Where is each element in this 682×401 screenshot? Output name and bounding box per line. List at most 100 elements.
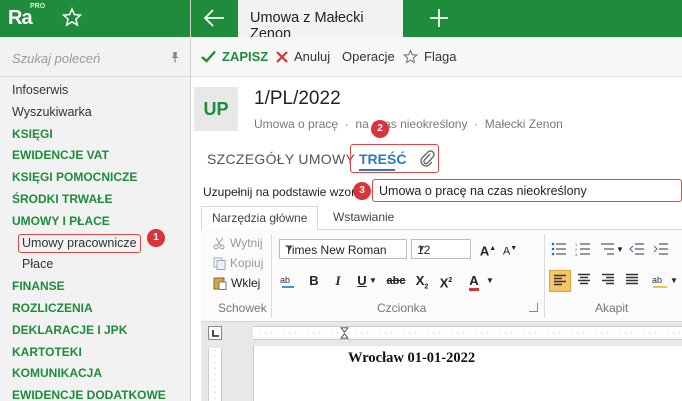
numbered-list-icon[interactable]: 123 (575, 242, 591, 256)
chevron-down-icon[interactable]: ▼ (669, 270, 679, 292)
sidebar-item-kartoteki[interactable]: KARTOTEKI (0, 342, 190, 364)
strikethrough-button[interactable]: abc (381, 270, 411, 292)
active-tab-underline (359, 169, 395, 171)
scissors-icon (213, 237, 225, 249)
sidebar-item-ewidencje-dodatkowe[interactable]: EWIDENCJE DODATKOWE (0, 385, 190, 401)
document-page[interactable]: Wrocław 01-01-2022 (253, 346, 682, 401)
decrease-indent-icon[interactable] (629, 242, 645, 256)
clear-format-icon[interactable]: ab (279, 272, 297, 290)
tab-stop-selector[interactable] (208, 326, 222, 340)
tab-bar: Umowa z Małecki Zenon (191, 0, 682, 42)
font-family-select[interactable]: Times New Roman ▼ (279, 239, 407, 259)
superscript-button[interactable]: X2 (435, 270, 457, 292)
tab-contract-details[interactable]: SZCZEGÓŁY UMOWY (207, 151, 355, 167)
tab-stop-icon (212, 330, 219, 337)
bullet-list-icon[interactable] (551, 242, 567, 256)
search-input[interactable]: Szukaj poleceń (12, 51, 100, 66)
chevron-down-icon[interactable]: ▼ (485, 270, 495, 292)
font-size-select[interactable]: 12 ▼ (411, 239, 471, 259)
align-right-button[interactable] (597, 270, 619, 292)
save-button[interactable]: ZAPISZ (201, 49, 268, 64)
attachment-paperclip-icon[interactable] (419, 149, 435, 167)
align-left-button[interactable] (549, 270, 571, 292)
chevron-down-icon: ▼ (285, 243, 294, 253)
app-logo[interactable]: Ra PRO (8, 3, 46, 32)
copy-icon (213, 257, 226, 270)
font-dialog-launcher-icon[interactable] (529, 303, 538, 312)
tab-content-label: TREŚĆ (359, 151, 407, 167)
pin-icon[interactable] (169, 51, 181, 63)
sidebar-item-ksiegi[interactable]: KSIĘGI (0, 124, 190, 146)
sidebar-item-ksiegi-pomocnicze[interactable]: KSIĘGI POMOCNICZE (0, 167, 190, 189)
document-type-badge: UP (194, 87, 238, 131)
tab-home[interactable]: Narzędzia główne (201, 206, 319, 230)
shading-icon[interactable]: ab (651, 272, 669, 290)
horizontal-ruler[interactable] (253, 326, 682, 340)
ribbon: Wytnij Kopiuj Wklej Schowek ab Times New… (201, 230, 682, 322)
cut-button[interactable]: Wytnij (213, 236, 263, 250)
increase-indent-icon[interactable] (653, 242, 669, 256)
new-tab-plus-icon[interactable] (429, 8, 449, 28)
section-tabs: SZCZEGÓŁY UMOWY TREŚĆ (191, 142, 682, 175)
group-label-font: Czcionka (377, 301, 427, 315)
sidebar-item-infoserwis[interactable]: Infoserwis (0, 80, 190, 102)
template-select-field[interactable]: Umowa o pracę na czas nieokreślony (372, 179, 682, 202)
multilevel-list-icon[interactable] (599, 242, 615, 256)
group-label-clipboard: Schowek (218, 301, 267, 315)
document-area: Wrocław 01-01-2022 (201, 322, 682, 401)
align-center-icon (578, 273, 590, 285)
sidebar-item-deklaracje-i-jpk[interactable]: DEKLARACJE I JPK (0, 320, 190, 342)
star-icon (403, 49, 418, 64)
toolbar: ZAPISZ Anuluj Operacje Flaga (191, 37, 682, 77)
justify-button[interactable] (621, 270, 643, 292)
sidebar-item-komunikacja[interactable]: KOMUNIKACJA (0, 363, 190, 385)
page-title: 1/PL/2022 (254, 88, 341, 109)
check-icon (201, 50, 216, 63)
copy-button[interactable]: Kopiuj (213, 256, 263, 270)
bold-button[interactable]: B (303, 270, 325, 292)
paste-button[interactable]: Wklej (213, 276, 260, 290)
favorites-star-icon[interactable] (62, 7, 82, 27)
svg-text:3: 3 (575, 252, 578, 256)
sidebar-item-ewidencje-vat[interactable]: EWIDENCJE VAT (0, 145, 190, 167)
cancel-button[interactable]: Anuluj (276, 49, 330, 64)
subscript-button[interactable]: X2 (411, 270, 433, 292)
sidebar-item-rozliczenia[interactable]: ROZLICZENIA (0, 298, 190, 320)
group-separator (544, 234, 545, 318)
sidebar-item-finanse[interactable]: FINANSE (0, 276, 190, 298)
align-center-button[interactable] (573, 270, 595, 292)
command-search[interactable]: Szukaj poleceń (0, 37, 190, 77)
italic-button[interactable]: I (327, 270, 349, 292)
chevron-down-icon[interactable]: ▼ (368, 270, 378, 292)
sidebar-item-place[interactable]: Płace (0, 254, 190, 276)
callout-marker-2: 2 (371, 120, 389, 138)
sidebar-item-wyszukiwarka[interactable]: Wyszukiwarka (0, 102, 190, 124)
chevron-down-icon: ▼ (417, 243, 426, 253)
ribbon-tabs: Narzędzia główne Wstawianie (201, 206, 682, 230)
group-label-paragraph: Akapit (595, 301, 629, 315)
svg-text:ab: ab (652, 275, 662, 285)
logo-text: Ra (8, 7, 33, 29)
group-separator (271, 234, 272, 318)
chevron-down-icon[interactable]: ▼ (615, 239, 625, 261)
template-value: Umowa o pracę na czas nieokreślony (379, 184, 587, 198)
sidebar-item-srodki-trwale[interactable]: ŚRODKI TRWAŁE (0, 189, 190, 211)
back-arrow-icon[interactable] (203, 8, 225, 28)
font-color-button[interactable]: A (463, 270, 485, 292)
template-label: Uzupełnij na podstawie wzoru (203, 185, 362, 199)
justify-icon (626, 273, 638, 285)
sidebar-item-umowy-i-place[interactable]: UMOWY I PŁACE (0, 211, 190, 233)
tab-insert[interactable]: Wstawianie (323, 206, 404, 230)
callout-marker-1: 1 (147, 229, 165, 247)
shrink-font-button[interactable]: A▼ (499, 238, 521, 260)
tab-active-document[interactable]: Umowa z Małecki Zenon (238, 0, 403, 42)
flag-button[interactable]: Flaga (403, 49, 457, 64)
vertical-ruler[interactable] (208, 348, 222, 401)
align-left-icon (554, 274, 566, 286)
document-text[interactable]: Wrocław 01-01-2022 (348, 350, 475, 367)
logo-badge: PRO (30, 3, 46, 10)
operations-button[interactable]: Operacje (342, 49, 395, 64)
grow-font-button[interactable]: A▲ (477, 238, 499, 260)
clipboard-icon (213, 277, 227, 290)
svg-text:ab: ab (280, 275, 290, 285)
